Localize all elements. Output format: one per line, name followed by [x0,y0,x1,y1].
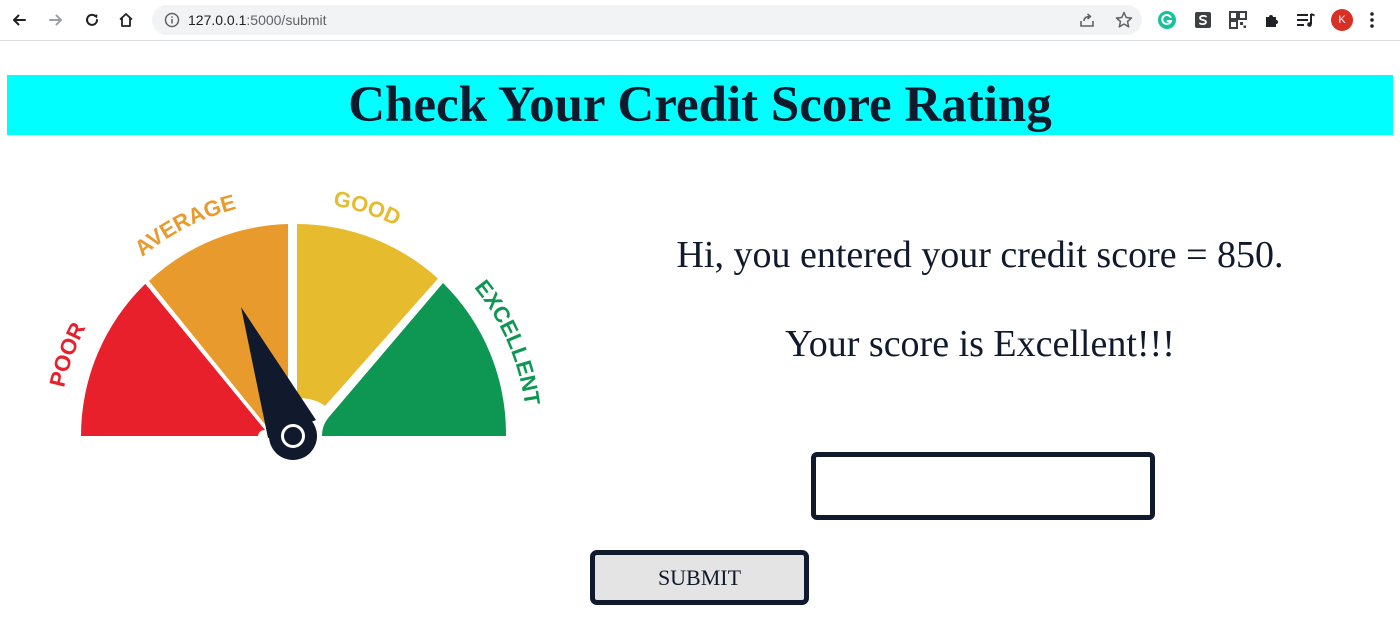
svg-text:POOR: POOR [44,318,90,389]
home-icon [119,13,133,27]
grammarly-icon [1158,11,1176,29]
qr-code-icon [1229,11,1247,29]
share-icon[interactable] [1078,11,1096,29]
grammarly-extension-icon[interactable] [1157,10,1177,30]
back-button[interactable] [6,7,32,33]
s-extension-icon[interactable] [1193,10,1213,30]
home-button[interactable] [113,7,139,33]
extensions-button[interactable] [1262,10,1282,30]
media-control-button[interactable] [1296,10,1316,30]
reload-button[interactable] [79,7,105,33]
submit-button[interactable]: SUBMIT [590,550,809,605]
info-icon[interactable] [164,12,180,28]
qr-extension-icon[interactable] [1228,10,1248,30]
forward-button[interactable] [43,7,69,33]
s-badge-icon [1195,12,1211,28]
bookmark-star-icon[interactable] [1114,10,1134,30]
gauge-needle-hub [269,412,317,460]
reload-icon [86,13,98,26]
puzzle-piece-icon [1266,15,1278,27]
gauge-label-poor: POOR [44,318,90,389]
page-title: Check Your Credit Score Rating [348,77,1052,133]
forward-arrow-icon [49,14,62,26]
credit-score-gauge: POOR AVERAGE GOOD EXCELLENT [44,186,545,460]
url-text[interactable]: 127.0.0.1:5000/submit [188,11,327,29]
title-banner: Check Your Credit Score Rating [7,75,1393,135]
credit-score-input[interactable] [811,452,1155,520]
menu-kebab-icon[interactable] [1369,11,1375,29]
svg-text:GOOD: GOOD [332,186,405,231]
score-message: Hi, you entered your credit score = 850. [676,234,1284,276]
url-host: 127.0.0.1 [188,12,247,28]
browser-toolbar: 127.0.0.1:5000/submit K [0,0,1400,41]
url-path: :5000/submit [246,12,327,28]
profile-avatar[interactable]: K [1331,9,1353,31]
playlist-music-icon [1297,13,1315,27]
gauge-label-good: GOOD [332,186,405,231]
back-arrow-icon [13,14,26,26]
rating-message: Your score is Excellent!!! [785,323,1175,365]
address-bar[interactable]: 127.0.0.1:5000/submit [152,5,1142,35]
